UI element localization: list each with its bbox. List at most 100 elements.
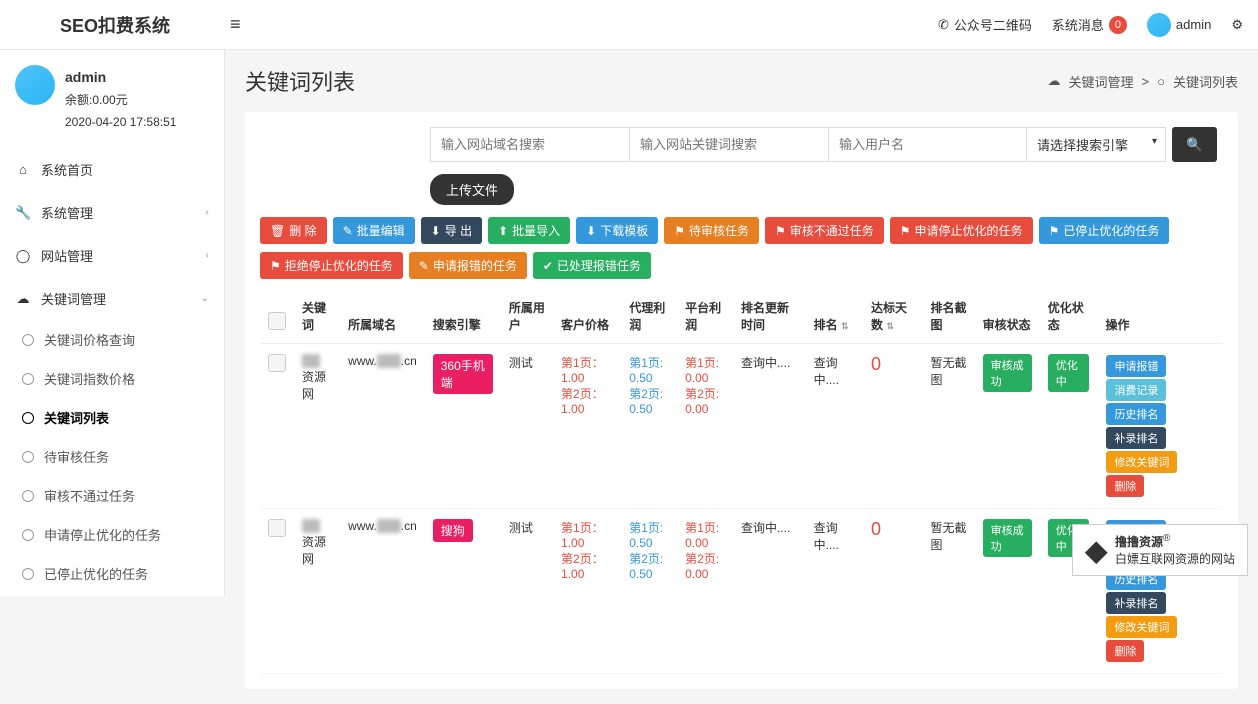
refuse-stop-button[interactable]: ⚑拒绝停止优化的任务 [260,252,403,279]
nav-website[interactable]: ◯ 网站管理 ‹ [0,234,224,277]
user-menu[interactable]: admin [1147,13,1211,37]
sidebar-item-index-price[interactable]: 关键词指数价格 [0,359,224,398]
consume-log-button[interactable]: 消费记录 [1106,379,1166,401]
upload-icon: ⬆ [498,224,508,238]
nav-system[interactable]: 🔧 系统管理 ‹ [0,191,224,234]
circle-icon [22,451,34,463]
row-checkbox[interactable] [268,519,286,537]
chevron-left-icon: ‹ [206,207,209,218]
download-icon: ⬇ [586,224,596,238]
sidebar-item-pending[interactable]: 待审核任务 [0,437,224,476]
col-agent-profit: 代理利润 [621,289,677,344]
blurred-text: xxx [302,354,320,368]
action-button-row-2: ⚑拒绝停止优化的任务 ✎ 申请报错的任务 ✔已处理报错任务 [260,252,1223,279]
nav-system-label: 系统管理 [41,203,93,222]
col-keyword: 关键词 [294,289,340,344]
batch-import-button[interactable]: ⬆批量导入 [488,217,570,244]
supplement-rank-button[interactable]: 补录排名 [1106,427,1166,449]
nav-home[interactable]: ⌂ 系统首页 [0,148,224,191]
rejected-tasks-button[interactable]: ⚑审核不通过任务 [765,217,884,244]
breadcrumb-current: 关键词列表 [1173,72,1238,91]
edit-keyword-button[interactable]: 修改关键词 [1106,616,1177,638]
row-checkbox[interactable] [268,354,286,372]
select-all-checkbox[interactable] [268,312,286,330]
pending-tasks-button[interactable]: ⚑待审核任务 [664,217,759,244]
nav-website-label: 网站管理 [41,246,93,265]
col-rank-label: 排名 [814,318,838,332]
flag-icon: ⚑ [674,224,685,238]
breadcrumb-parent[interactable]: 关键词管理 [1069,72,1134,91]
history-rank-button[interactable]: 历史排名 [1106,403,1166,425]
watermark-slogan: 白嫖互联网资源的网站 [1115,550,1235,567]
edit-icon: ✎ [419,259,429,273]
search-button[interactable]: 🔍 [1172,127,1217,162]
keyword-search-input[interactable] [629,127,829,162]
download-icon: ⬇ [431,224,441,238]
batch-edit-button[interactable]: ✎批量编辑 [333,217,415,244]
sidebar-item-price-query[interactable]: 关键词价格查询 [0,320,224,359]
search-icon: 🔍 [1186,137,1203,152]
circle-icon [22,568,34,580]
nav-keyword[interactable]: ☁ 关键词管理 ⌄ [0,277,224,320]
sidebar-item-keyword-list[interactable]: 关键词列表 [0,398,224,437]
messages-label: 系统消息 [1052,15,1104,34]
edit-icon: ✎ [343,224,353,238]
circle-icon [22,490,34,502]
domain-search-input[interactable] [430,127,630,162]
engine-select[interactable]: 请选择搜索引擎 ▾ [1026,127,1166,162]
sidebar-item-stopped[interactable]: 已停止优化的任务 [0,554,224,593]
wechat-label: 公众号二维码 [954,15,1032,34]
delete-button[interactable]: 🗑删 除 [260,217,327,244]
panel: 请选择搜索引擎 ▾ 🔍 上传文件 🗑删 除 ✎批量编辑 ⬇导 出 ⬆批量导入 ⬇… [245,112,1238,689]
col-customer-price: 客户价格 [553,289,621,344]
stopped-tasks-button[interactable]: ⚑已停止优化的任务 [1039,217,1170,244]
check-icon: ✔ [543,259,553,273]
col-rank[interactable]: 排名 ⇅ [806,289,863,344]
blurred-text: xxxx [377,519,401,533]
settings-icon[interactable]: ⚙ [1231,17,1243,33]
col-days[interactable]: 达标天数 ⇅ [863,289,922,344]
cell-days: 0 [863,344,922,509]
edit-keyword-button[interactable]: 修改关键词 [1106,451,1177,473]
sidebar-item-stop-request[interactable]: 申请停止优化的任务 [0,515,224,554]
col-audit-status: 审核状态 [975,289,1040,344]
circle-icon [22,529,34,541]
supplement-rank-button[interactable]: 补录排名 [1106,592,1166,614]
cell-keyword: xxx资源网 [294,344,340,509]
btn-label: 申请报错的任务 [433,257,517,274]
btn-label: 拒绝停止优化的任务 [285,257,393,274]
system-messages-link[interactable]: 系统消息 0 [1052,15,1127,34]
btn-label: 删 除 [289,222,316,239]
wechat-qr-link[interactable]: ✆ 公众号二维码 [938,15,1032,34]
circle-icon: ○ [1157,74,1165,89]
action-button-row: 🗑删 除 ✎批量编辑 ⬇导 出 ⬆批量导入 ⬇下载模板 ⚑待审核任务 ⚑审核不通… [260,217,1223,244]
sidebar-item-rejected[interactable]: 审核不通过任务 [0,476,224,515]
export-button[interactable]: ⬇导 出 [421,217,482,244]
user-search-input[interactable] [828,127,1028,162]
error-report-button[interactable]: ✎ 申请报错的任务 [409,252,527,279]
nav-keyword-label: 关键词管理 [41,289,106,308]
hamburger-icon[interactable]: ≡ [215,14,256,35]
row-delete-button[interactable]: 删除 [1106,640,1144,662]
stop-request-tasks-button[interactable]: ⚑申请停止优化的任务 [890,217,1033,244]
wrench-icon: 🔧 [15,205,31,221]
cell-platform-profit: 第1页:0.00第2页:0.00 [677,344,733,509]
report-error-button[interactable]: 申请报错 [1106,355,1166,377]
avatar-icon [1147,13,1171,37]
upload-file-button[interactable]: 上传文件 [430,174,514,205]
cell-screenshot: 暂无截图 [922,509,974,674]
cell-keyword: xxx资源网 [294,509,340,674]
logo: SEO扣费系统 [15,12,215,38]
username-label: admin [1176,17,1211,32]
row-delete-button[interactable]: 删除 [1106,475,1144,497]
cell-agent-profit: 第1页:0.50第2页:0.50 [621,509,677,674]
col-user: 所属用户 [501,289,553,344]
error-handled-button[interactable]: ✔已处理报错任务 [533,252,651,279]
col-platform-profit: 平台利润 [677,289,733,344]
user-name: admin [65,65,176,90]
user-balance: 余额:0.00元 [65,90,176,112]
blurred-text: xxx [302,519,320,533]
caret-down-icon: ▾ [1152,136,1157,147]
download-template-button[interactable]: ⬇下载模板 [576,217,658,244]
engine-tag: 360手机端 [433,354,493,394]
